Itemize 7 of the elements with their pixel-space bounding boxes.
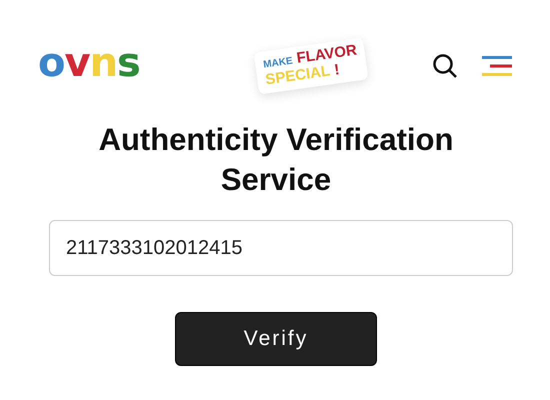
code-field[interactable]: 2117333102012415 [49, 220, 513, 276]
menu-icon[interactable] [482, 55, 512, 77]
search-icon[interactable] [432, 53, 458, 79]
logo[interactable]: ovns [38, 43, 140, 83]
page-title: Authenticity Verification Service [98, 121, 454, 199]
tagline-badge: MAKE FLAVOR SPECIAL ! [253, 38, 369, 94]
verify-button[interactable]: Verify [175, 312, 377, 366]
